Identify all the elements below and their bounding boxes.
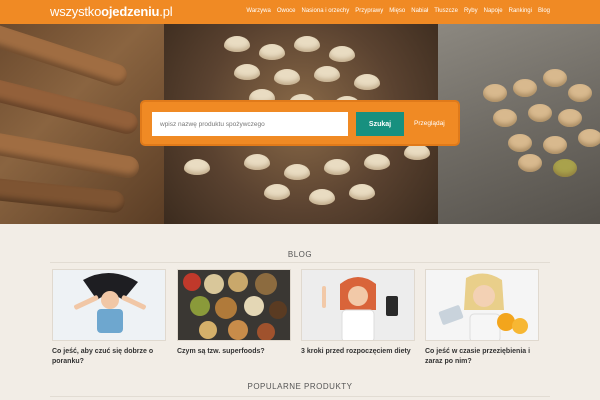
nav-item-nabial[interactable]: Nabiał xyxy=(411,8,428,14)
popular-divider xyxy=(50,396,550,397)
blog-thumb-superfoods[interactable] xyxy=(177,269,291,341)
nav-item-blog[interactable]: Blog xyxy=(538,8,550,14)
nav-item-nasiona[interactable]: Nasiona i orzechy xyxy=(302,8,350,14)
hero-image-pistachios xyxy=(438,24,600,224)
logo-bold: ojedzeniu xyxy=(101,4,160,19)
site-header: wszystkoojedzeniu.pl Warzywa Owoce Nasio… xyxy=(0,0,600,24)
site-logo[interactable]: wszystkoojedzeniu.pl xyxy=(50,4,173,19)
blog-card[interactable]: 3 kroki przed rozpoczęciem diety xyxy=(301,269,415,357)
nav-item-tluszcze[interactable]: Tłuszcze xyxy=(434,8,458,14)
browse-link[interactable]: Przeglądaj xyxy=(414,120,445,127)
main-nav: Warzywa Owoce Nasiona i orzechy Przypraw… xyxy=(246,8,550,14)
nav-item-warzywa[interactable]: Warzywa xyxy=(246,8,270,14)
blog-thumb-diet[interactable] xyxy=(301,269,415,341)
nav-item-ryby[interactable]: Ryby xyxy=(464,8,478,14)
logo-suffix: .pl xyxy=(159,4,173,19)
blog-heading: BLOG xyxy=(287,250,313,259)
blog-card[interactable]: Co jeść, aby czuć się dobrze o poranku? xyxy=(52,269,166,367)
search-input[interactable] xyxy=(152,112,348,136)
nav-item-przyprawy[interactable]: Przyprawy xyxy=(355,8,383,14)
blog-card-title[interactable]: Co jeść, aby czuć się dobrze o poranku? xyxy=(52,347,166,367)
blog-card-title[interactable]: Co jeść w czasie przeziębienia i zaraz p… xyxy=(425,347,539,367)
logo-prefix: wszystko xyxy=(50,4,102,19)
blog-card-title[interactable]: 3 kroki przed rozpoczęciem diety xyxy=(301,347,415,357)
blog-card-title[interactable]: Czym są tzw. superfoods? xyxy=(177,347,291,357)
blog-card[interactable]: Co jeść w czasie przeziębienia i zaraz p… xyxy=(425,269,539,367)
nav-item-mieso[interactable]: Mięso xyxy=(389,8,405,14)
search-box: Szukaj Przeglądaj xyxy=(140,100,460,146)
nav-item-owoce[interactable]: Owoce xyxy=(277,8,296,14)
search-button[interactable]: Szukaj xyxy=(356,112,404,136)
nav-item-napoje[interactable]: Napoje xyxy=(484,8,503,14)
nav-item-rankingi[interactable]: Rankingi xyxy=(509,8,532,14)
blog-card[interactable]: Czym są tzw. superfoods? xyxy=(177,269,291,357)
blog-thumb-morning[interactable] xyxy=(52,269,166,341)
popular-heading: POPULARNE PRODUKTY xyxy=(247,382,353,391)
blog-thumb-cold[interactable] xyxy=(425,269,539,341)
blog-divider xyxy=(50,262,550,263)
